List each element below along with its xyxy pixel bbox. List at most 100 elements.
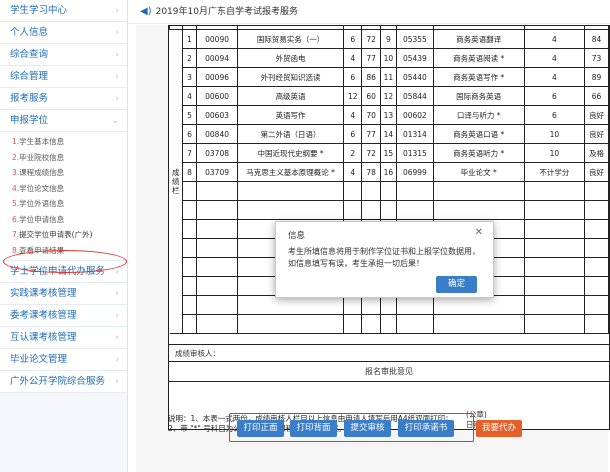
table-cell — [181, 295, 198, 315]
table-cell — [237, 200, 345, 220]
sidebar-item-degree[interactable]: 申报学位 ⌄ — [0, 110, 127, 132]
table-cell — [584, 238, 609, 258]
course-credit: 4 — [523, 67, 586, 87]
row-number: 7 — [181, 143, 198, 163]
table-cell — [181, 238, 198, 258]
sidebar-item-label: 委考课考核管理 — [10, 310, 77, 321]
row-number: 5 — [181, 105, 198, 125]
submenu-item-label: 学位申请信息 — [19, 214, 65, 224]
table-row: 5 00603 英语写作 4 70 13 00602 口译与听力 * 6 良好 — [170, 105, 609, 125]
table-cell — [196, 200, 239, 220]
course-value-3: 15 — [379, 143, 398, 163]
sidebar-item-practice[interactable]: 实践课考核管理 › — [0, 283, 127, 305]
sidebar-item-label: 毕业论文管理 — [10, 354, 68, 365]
sidebar-item-registration[interactable]: 报考服务 › — [0, 88, 127, 110]
dialog-title: 信息 — [288, 231, 306, 241]
course-value-3: 11 — [379, 67, 398, 87]
submenu-item-label: 毕业院校信息 — [19, 152, 65, 162]
sidebar-item-mutual[interactable]: 互认课考核管理 › — [0, 327, 127, 349]
table-cell — [361, 200, 381, 220]
course-score: 良好 — [584, 105, 609, 125]
course-credit: 4 — [523, 29, 586, 49]
table-cell — [432, 200, 525, 220]
sidebar-item-personal-info[interactable]: 个人信息 › — [0, 22, 127, 44]
table-cell — [237, 295, 345, 315]
course-value-1: 6 — [343, 29, 363, 49]
submenu-item-thesis[interactable]: 4.学位论文信息 — [0, 181, 127, 197]
course-value-3: 10 — [379, 48, 398, 68]
agent-service-button[interactable]: 我要代办 — [476, 420, 522, 437]
submenu-item-language[interactable]: 5.学位外语信息 — [0, 196, 127, 212]
submenu-item-student-info[interactable]: 1.学生基本信息 — [0, 134, 127, 150]
course-code: 00600 — [196, 86, 239, 106]
table-cell — [396, 314, 434, 334]
course-value-1: 2 — [343, 143, 363, 163]
course-value-1: 6 — [343, 67, 363, 87]
table-cell — [523, 295, 586, 315]
course-value-2: 77 — [361, 48, 381, 68]
print-back-button[interactable]: 打印背面 — [290, 420, 337, 437]
course-score: 及格 — [584, 143, 609, 163]
sidebar-item-query[interactable]: 综合查询 › — [0, 44, 127, 66]
row-number: 6 — [181, 124, 198, 144]
submenu-item-school-info[interactable]: 2.毕业院校信息 — [0, 150, 127, 166]
sidebar-item-degree-agent[interactable]: 学士学位申请代办服务 › — [0, 261, 127, 283]
sidebar-item-thesis-mgmt[interactable]: 毕业论文管理 › — [0, 349, 127, 371]
row-number: 3 — [181, 67, 198, 87]
chevron-right-icon: › — [115, 311, 119, 321]
table-cell — [196, 257, 239, 277]
submenu-item-label: 课程成绩信息 — [19, 168, 65, 177]
close-icon[interactable]: ✕ — [475, 227, 483, 238]
print-pledge-button[interactable]: 打印承诺书 — [398, 420, 454, 437]
sidebar-item-label: 实践课考核管理 — [10, 288, 77, 299]
sidebar-item-label: 综合管理 — [10, 71, 49, 82]
table-cell — [379, 314, 398, 334]
table-cell — [584, 219, 609, 239]
course-code: 03709 — [196, 162, 239, 182]
sidebar-item-label: 广外公开学院综合服务 — [10, 376, 106, 387]
course-code-2: 06999 — [396, 162, 434, 182]
sidebar-item-entrusted[interactable]: 委考课考核管理 › — [0, 305, 127, 327]
table-cell — [343, 314, 363, 334]
table-row-empty — [170, 295, 609, 315]
sidebar: 学生学习中心 › 个人信息 › 综合查询 › 综合管理 › 报考服务 › 申报学位 ⌄ 1.… — [0, 0, 128, 472]
sidebar-item-study-center[interactable]: 学生学习中心 › — [0, 0, 127, 22]
table-cell — [196, 219, 239, 239]
confirm-button[interactable]: 确定 — [436, 276, 477, 293]
course-code: 00094 — [196, 48, 239, 68]
course-value-1: 4 — [343, 105, 363, 125]
course-credit: 不计学分 — [523, 162, 586, 182]
course-score: 良好 — [584, 124, 609, 144]
table-row: 8 03709 马克思主义基本原理概论 * 4 78 16 06999 毕业论文 * 不计学分良… — [170, 162, 609, 182]
submenu-item-grades[interactable]: 3.课程成绩信息 — [0, 165, 127, 181]
chevron-right-icon: › — [115, 94, 119, 104]
submenu-item-application[interactable]: 6.学位申请信息 — [0, 212, 127, 228]
course-name-2: 商务英语写作 * — [432, 67, 525, 87]
sidebar-item-label: 综合查询 — [10, 49, 49, 60]
submenu-item-results[interactable]: 8.查看申请结果 — [0, 243, 127, 259]
print-front-button[interactable]: 打印正面 — [237, 420, 284, 437]
chevron-down-icon: ⌄ — [111, 116, 119, 126]
sidebar-item-management[interactable]: 综合管理 › — [0, 66, 127, 88]
table-row: 6 00840 第二外语（日语） 6 77 14 01314 商务英语口语 * 10 良好 — [170, 124, 609, 144]
submenu-item-submit-form[interactable]: 7.提交学位申请表(广外) — [0, 227, 127, 243]
table-cell — [181, 276, 198, 296]
course-credit: 10 — [523, 143, 586, 163]
submit-review-button[interactable]: 提交审核 — [344, 420, 391, 437]
table-cell — [196, 295, 239, 315]
course-value-2: 72 — [361, 29, 381, 49]
course-value-3: 13 — [379, 105, 398, 125]
table-row: 成绩栏 1 00090 国际贸易实务（一） 6 72 9 05355 商务英语翻译 4 84 — [169, 29, 609, 334]
tab-bar: ◀) 2019年10月广东自学考试报考服务 — [128, 0, 610, 24]
chevron-right-icon: › — [115, 267, 119, 277]
course-value-3: 12 — [379, 86, 398, 106]
course-value-2: 70 — [361, 105, 381, 125]
course-code: 00090 — [196, 29, 239, 49]
chevron-right-icon: › — [115, 50, 119, 60]
table-cell — [343, 181, 363, 201]
course-code-2: 01315 — [396, 143, 434, 163]
table-row-empty — [170, 181, 609, 201]
table-cell — [379, 295, 398, 315]
chevron-right-icon: › — [115, 28, 119, 38]
sidebar-item-open-college[interactable]: 广外公开学院综合服务 › — [0, 371, 127, 393]
